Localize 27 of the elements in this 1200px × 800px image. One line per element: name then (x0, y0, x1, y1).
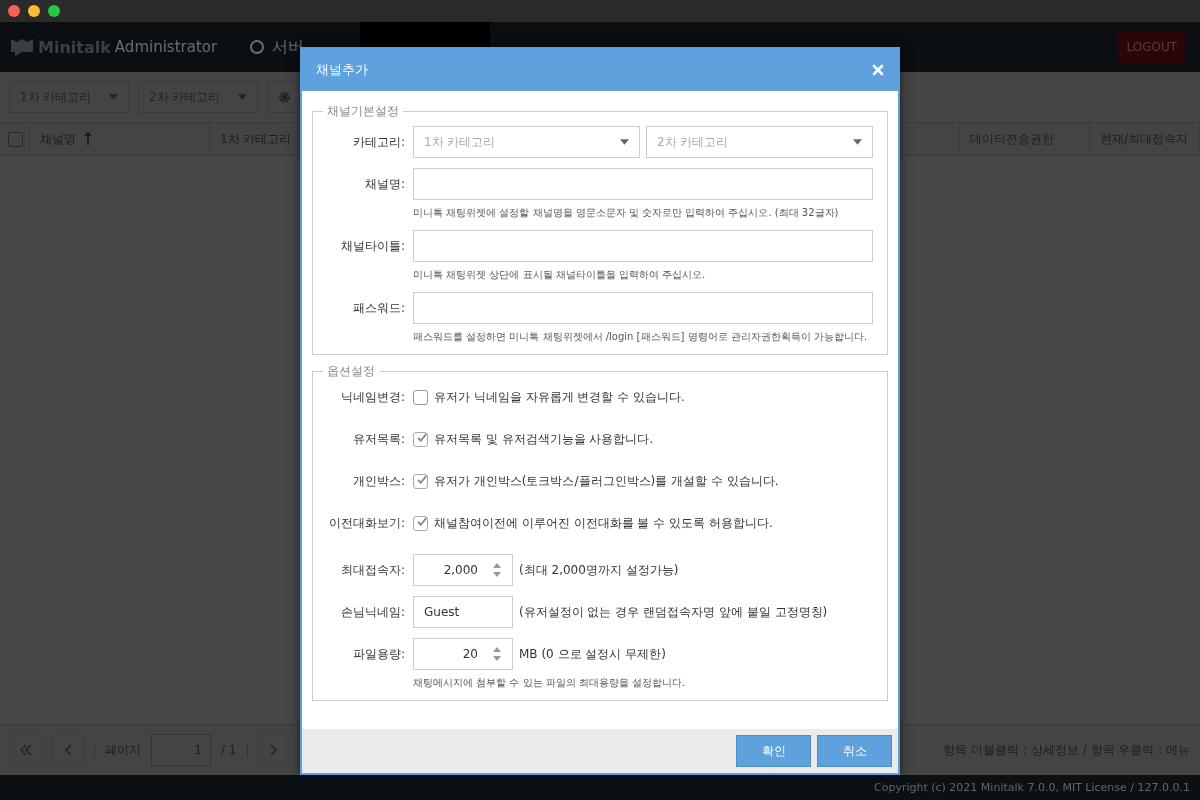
field-note: (최대 2,000명까지 설정가능) (519, 561, 679, 579)
field-label: 개인박스: (351, 473, 406, 490)
field-label: 이전대화보기: (327, 515, 406, 532)
field-label: 파일용량: (351, 646, 406, 663)
field-label: 손님닉네임: (339, 604, 406, 621)
dialog-title: 채널추가 (316, 61, 368, 79)
field-label: 닉네임변경: (339, 389, 406, 406)
checkbox-label: 유저목록 및 유저검색기능을 사용합니다. (434, 430, 654, 448)
group-legend: 채널기본설정 (323, 103, 403, 120)
field-note: (유저설정이 없는 경우 랜덤접속자명 앞에 붙일 고정명칭) (519, 603, 828, 621)
field-label: 유저목록: (351, 431, 406, 448)
help-text: 미니톡 채팅위젯 상단에 표시될 채널타이틀을 입력하여 주십시오. (413, 268, 707, 282)
checkbox-label: 유저가 닉네임을 자유롭게 변경할 수 있습니다. (434, 388, 685, 406)
help-text: 채팅메시지에 첨부할 수 있는 파일의 최대용량을 설정합니다. (413, 676, 687, 690)
logo-subtitle: Administrator (114, 38, 218, 56)
group-legend: 옵션설정 (323, 363, 379, 380)
checkbox-label: 채널참여이전에 이루어진 이전대화를 볼 수 있도록 허용합니다. (434, 514, 773, 532)
field-label: 최대접속자: (339, 562, 406, 579)
field-label: 채널타이틀: (339, 238, 406, 255)
field-label: 채널명: (363, 176, 406, 193)
field-label: 패스워드: (351, 300, 406, 317)
field-note: MB (0 으로 설정시 무제한) (519, 645, 666, 663)
copyright-text: Copyright (c) 2021 Minitalk 7.0.0, MIT License / 127.0.0.1 (874, 781, 1190, 794)
help-text: 미니톡 채팅위젯에 설정할 채널명을 영문소문자 및 숫자로만 입력하여 주십시오. (최대 32글자) (413, 206, 840, 220)
help-text: 패스워드를 설정하면 미니톡 채팅위젯에서 /login [패스워드] 명령어로 관리자권한획득이 가능합니다. (413, 330, 869, 344)
field-label: 카테고리: (351, 134, 406, 151)
checkbox-label: 유저가 개인박스(토크박스/플러그인박스)를 개설할 수 있습니다. (434, 472, 779, 490)
